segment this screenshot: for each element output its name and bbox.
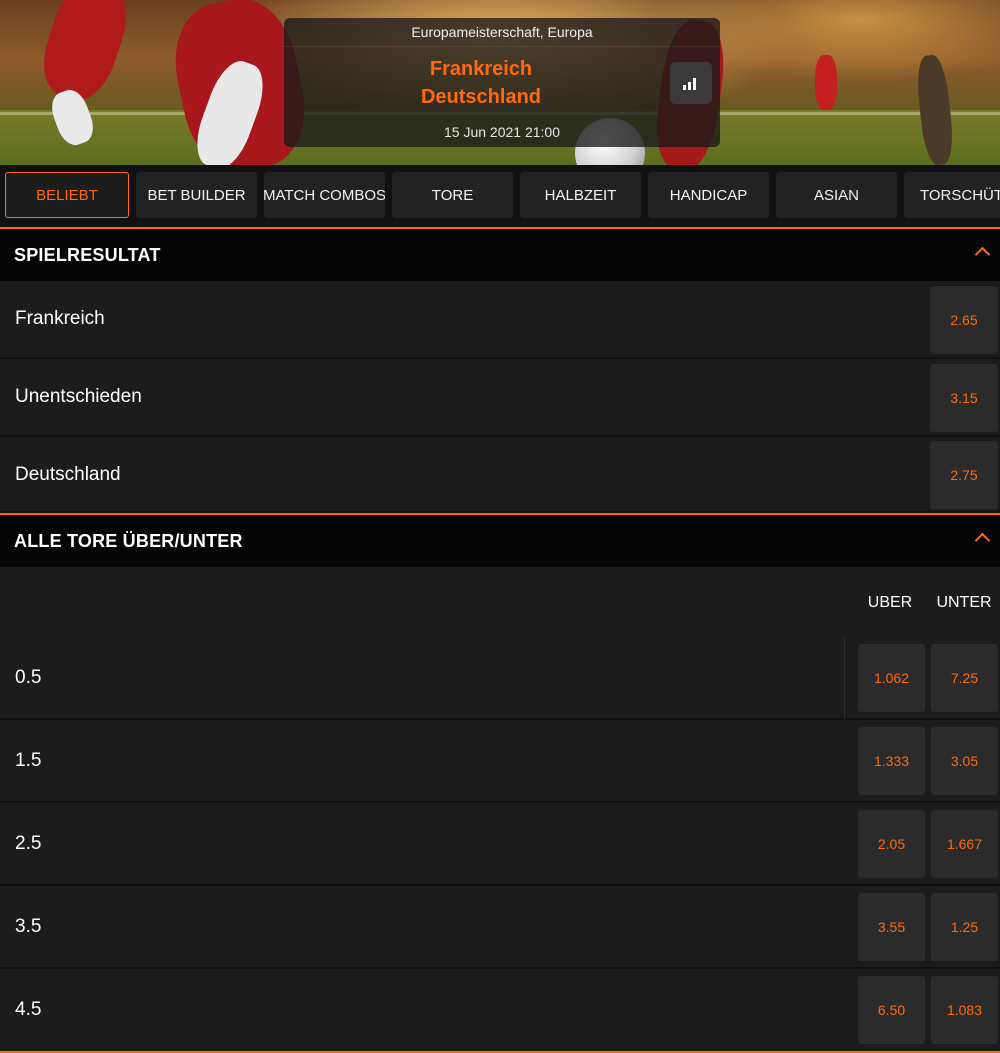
tab-label: ASIAN bbox=[813, 186, 859, 204]
over-under-row: 1.5 1.333 3.05 bbox=[0, 720, 1000, 803]
section-title: SPIELRESULTAT bbox=[14, 244, 161, 265]
goal-line-label: 1.5 bbox=[15, 750, 42, 771]
section-title: ALLE TORE ÜBER/UNTER bbox=[14, 530, 243, 551]
tab-label: BELIEBT bbox=[36, 186, 98, 204]
over-under-column-header: UBER UNTER bbox=[0, 567, 1000, 637]
tab-label: TORE bbox=[431, 186, 474, 204]
odds-button-away[interactable]: 2.75 bbox=[930, 441, 998, 509]
over-under-row: 2.5 2.05 1.667 bbox=[0, 803, 1000, 886]
odds-button-over[interactable]: 1.333 bbox=[858, 727, 925, 795]
home-team-name: Frankreich bbox=[429, 58, 533, 80]
column-header-over: UBER bbox=[867, 594, 913, 611]
over-under-header[interactable]: ALLE TORE ÜBER/UNTER bbox=[0, 515, 1000, 567]
active-tab-caret bbox=[58, 210, 74, 217]
player-figure bbox=[815, 55, 837, 110]
goal-line-label: 0.5 bbox=[15, 667, 42, 688]
odds-button-under[interactable]: 3.05 bbox=[931, 727, 998, 795]
tab-match-combos[interactable]: MATCH COMBOS bbox=[264, 172, 385, 218]
odds-button-under[interactable]: 1.667 bbox=[931, 810, 998, 878]
outcome-row: Unentschieden 3.15 bbox=[0, 359, 1000, 437]
tab-label: TORSCHÜTZ bbox=[920, 186, 1000, 204]
chevron-up-icon[interactable] bbox=[974, 532, 991, 549]
odds-button-under[interactable]: 1.25 bbox=[931, 893, 998, 961]
spielresultat-header[interactable]: SPIELRESULTAT bbox=[0, 229, 1000, 281]
away-team-name: Deutschland bbox=[420, 86, 542, 108]
event-hero-banner: Europameisterschaft, Europa Frankreich D… bbox=[0, 0, 1000, 165]
odds-button-over[interactable]: 6.50 bbox=[858, 976, 925, 1044]
over-under-row: 0.5 1.062 7.25 bbox=[0, 637, 1000, 720]
tab-handicap[interactable]: HANDICAP bbox=[648, 172, 769, 218]
odds-button-under[interactable]: 7.25 bbox=[931, 644, 998, 712]
stats-button[interactable] bbox=[670, 62, 712, 104]
column-header-under: UNTER bbox=[936, 594, 992, 611]
outcome-label: Unentschieden bbox=[15, 386, 142, 407]
odds-button-over[interactable]: 1.062 bbox=[858, 644, 925, 712]
competition-name: Europameisterschaft, Europa bbox=[411, 24, 593, 40]
event-datetime: 15 Jun 2021 21:00 bbox=[444, 124, 560, 140]
over-under-row: 4.5 6.50 1.083 bbox=[0, 969, 1000, 1051]
tab-torschuetzen[interactable]: TORSCHÜTZ bbox=[904, 172, 1000, 218]
tab-label: HALBZEIT bbox=[544, 186, 617, 204]
over-under-row: 3.5 3.55 1.25 bbox=[0, 886, 1000, 969]
column-separator bbox=[844, 637, 845, 720]
odds-button-over[interactable]: 3.55 bbox=[858, 893, 925, 961]
outcome-row: Frankreich 2.65 bbox=[0, 281, 1000, 359]
goal-line-label: 2.5 bbox=[15, 833, 42, 854]
tab-tore[interactable]: TORE bbox=[392, 172, 513, 218]
goal-line-label: 4.5 bbox=[15, 999, 42, 1020]
outcome-row: Deutschland 2.75 bbox=[0, 437, 1000, 513]
tab-label: MATCH COMBOS bbox=[264, 186, 385, 204]
match-info-card: Europameisterschaft, Europa Frankreich D… bbox=[284, 18, 720, 147]
tab-bet-builder[interactable]: BET BUILDER bbox=[136, 172, 257, 218]
odds-button-over[interactable]: 2.05 bbox=[858, 810, 925, 878]
tab-beliebt[interactable]: BELIEBT bbox=[5, 172, 129, 218]
divider bbox=[284, 46, 720, 47]
odds-button-home[interactable]: 2.65 bbox=[930, 286, 998, 354]
player-figure bbox=[33, 0, 137, 108]
tab-halbzeit[interactable]: HALBZEIT bbox=[520, 172, 641, 218]
tab-asian[interactable]: ASIAN bbox=[776, 172, 897, 218]
outcome-label: Frankreich bbox=[15, 308, 105, 329]
market-tab-bar: BELIEBT BET BUILDER MATCH COMBOS TORE HA… bbox=[0, 165, 1000, 227]
outcome-label: Deutschland bbox=[15, 464, 121, 485]
odds-button-draw[interactable]: 3.15 bbox=[930, 364, 998, 432]
chevron-up-icon[interactable] bbox=[974, 246, 991, 263]
goal-line-label: 3.5 bbox=[15, 916, 42, 937]
odds-button-under[interactable]: 1.083 bbox=[931, 976, 998, 1044]
tab-label: HANDICAP bbox=[669, 186, 748, 204]
tab-label: BET BUILDER bbox=[147, 186, 246, 204]
